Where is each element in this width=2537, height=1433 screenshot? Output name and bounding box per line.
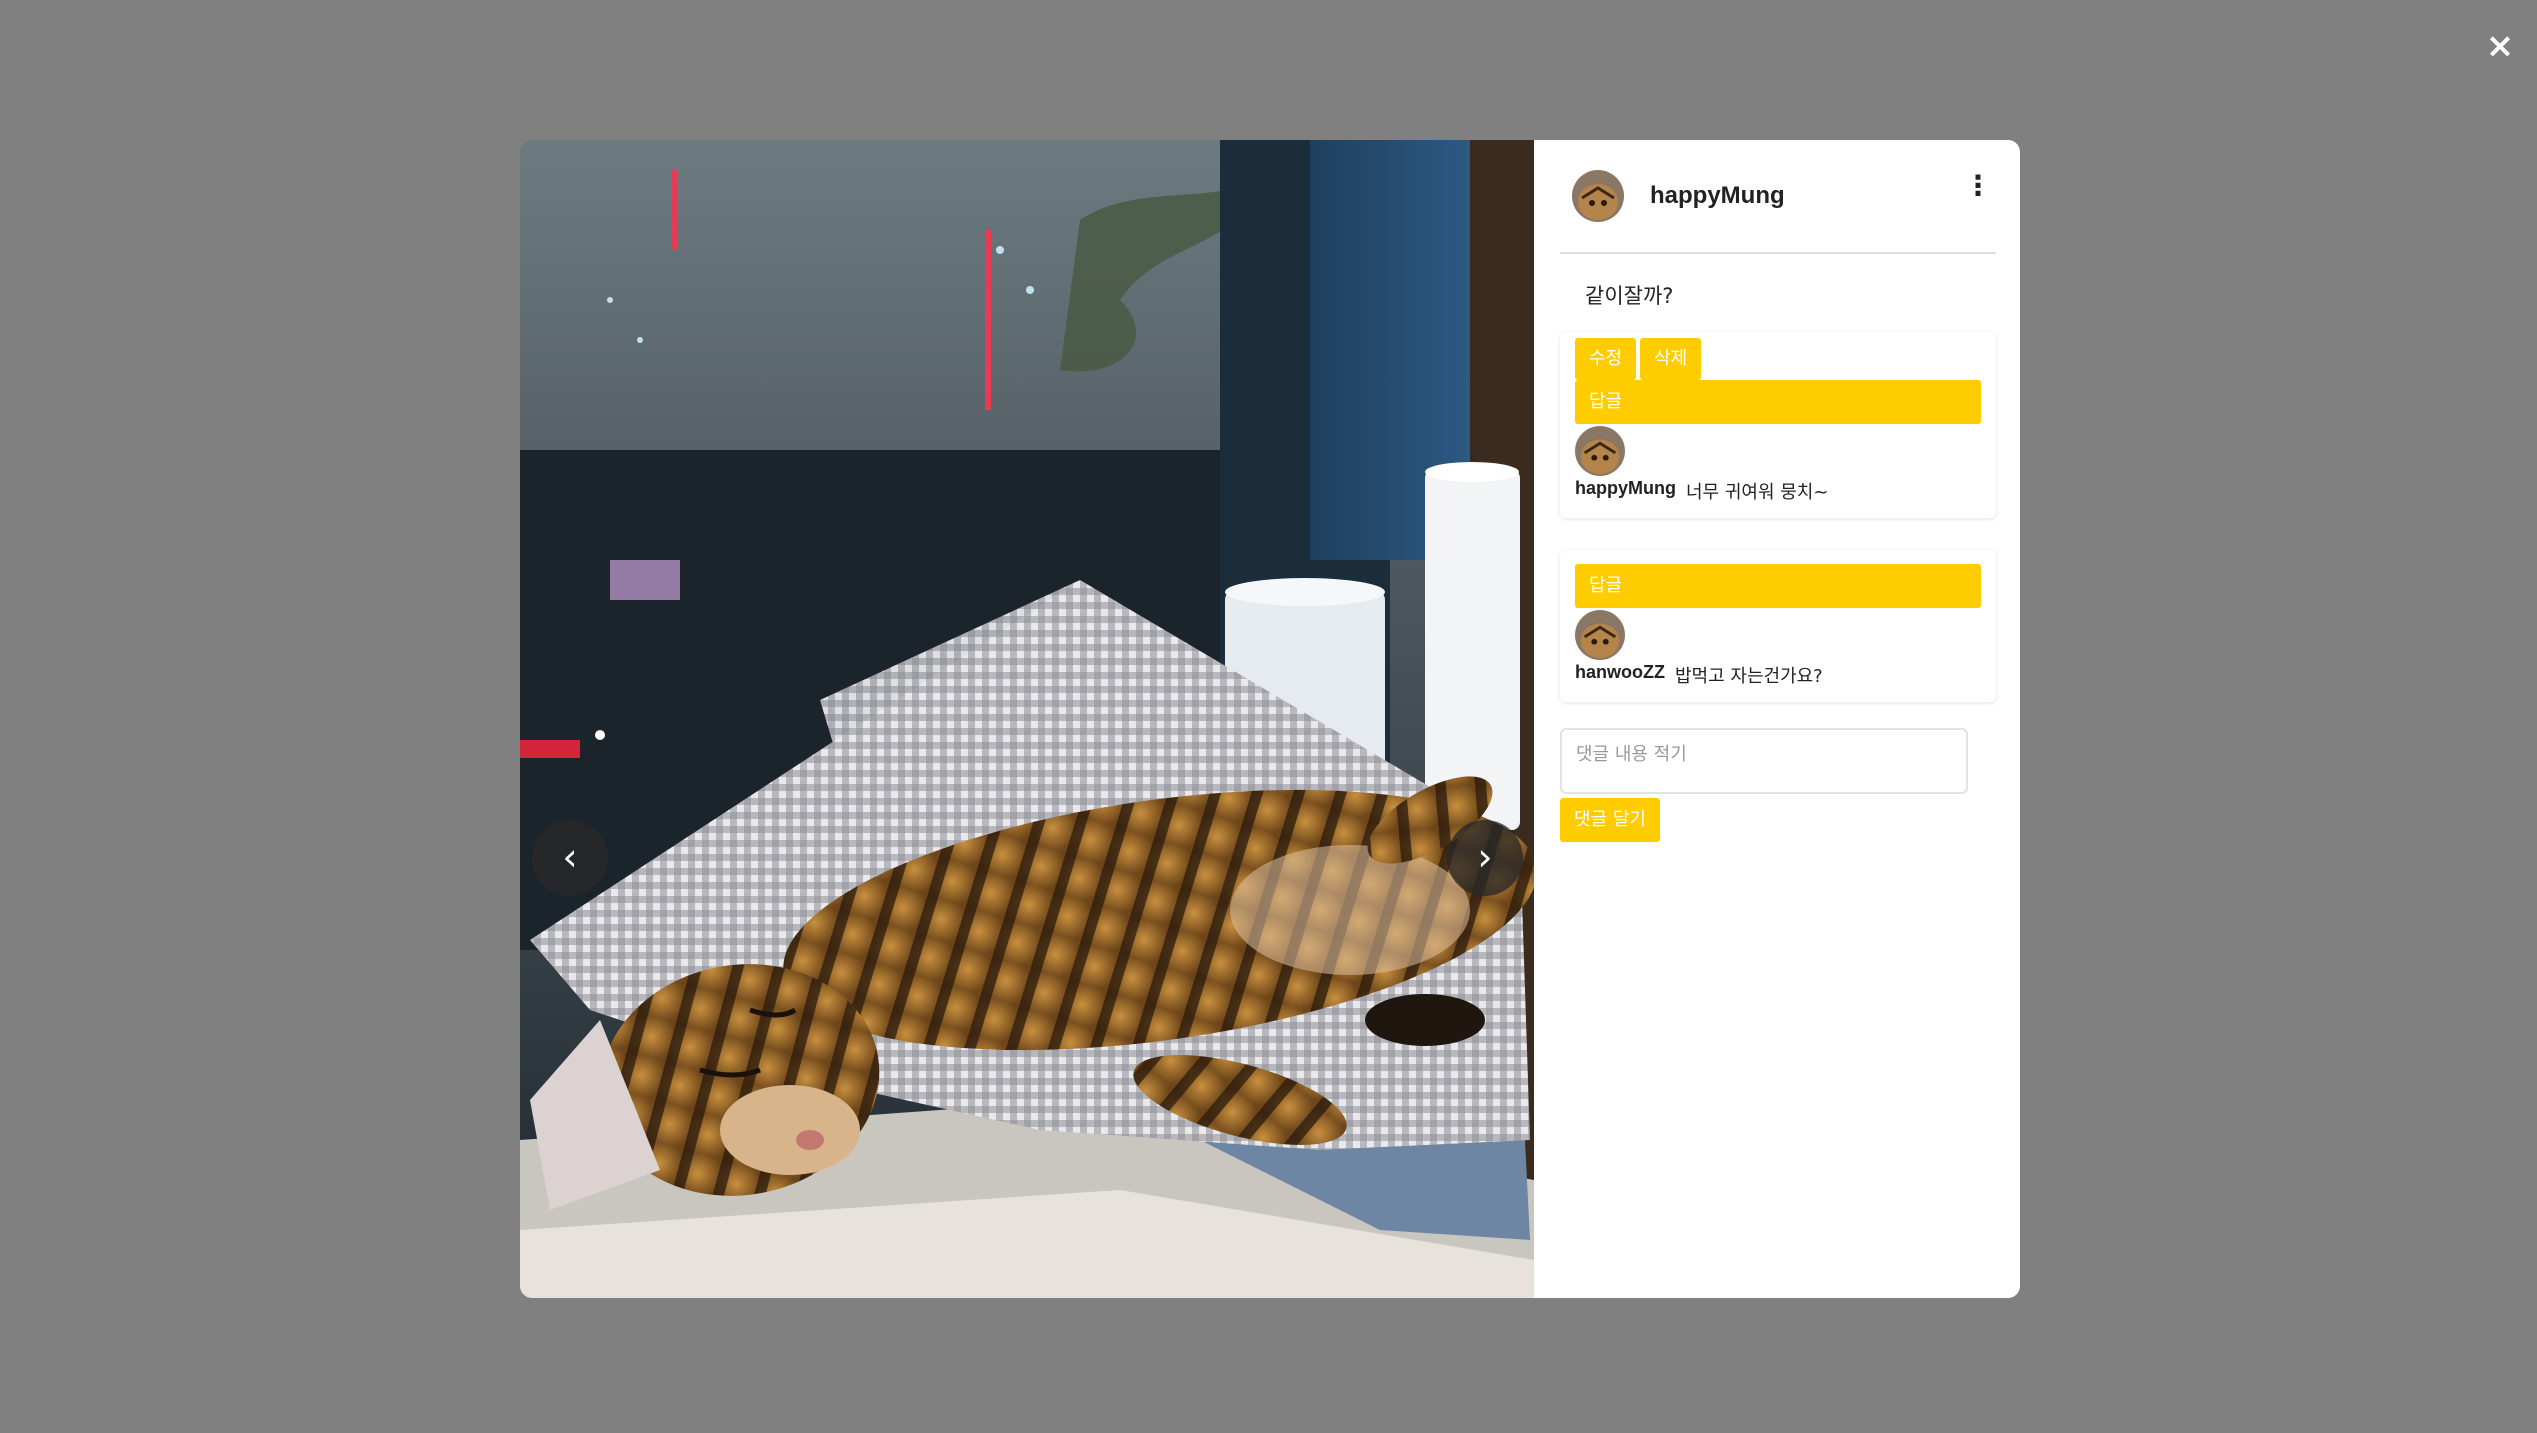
comment-content: happyMung 너무 귀여워 뭉치~ [1575,478,1981,504]
comment-text: 너무 귀여워 뭉치~ [1686,482,1829,503]
comment-text: 밥먹고 자는건가요? [1674,666,1823,687]
delete-comment-button[interactable]: 삭제 [1640,338,1702,380]
comment-actions: 수정 삭제 [1575,338,1981,380]
post-photo: ‹ › [520,140,1534,1298]
post-header: happyMung ⋮ [1560,140,1996,254]
author-avatar[interactable] [1572,170,1624,222]
edit-comment-button[interactable]: 수정 [1575,338,1637,380]
cat-photo-image [520,140,1534,1298]
comment-username[interactable]: hanwooZZ [1575,662,1665,688]
author-name[interactable]: happyMung [1650,182,1785,210]
post-modal: ‹ › happyMung ⋮ 같이잘까? 수정 삭제 답글 happyMung… [520,140,2020,1298]
reply-button[interactable]: 답글 [1575,564,1981,608]
next-photo-button[interactable]: › [1447,820,1523,896]
reply-button[interactable]: 답글 [1575,380,1981,424]
post-detail-panel: happyMung ⋮ 같이잘까? 수정 삭제 답글 happyMung 너무 … [1534,140,2020,1298]
close-icon[interactable]: × [2482,28,2518,64]
comment-item: 답글 hanwooZZ 밥먹고 자는건가요? [1560,550,1996,702]
previous-photo-button[interactable]: ‹ [532,820,608,896]
submit-comment-button[interactable]: 댓글 달기 [1560,798,1660,842]
more-options-icon[interactable]: ⋮ [1964,172,1992,200]
comment-item: 수정 삭제 답글 happyMung 너무 귀여워 뭉치~ [1560,332,1996,518]
commenter-avatar[interactable] [1575,426,1625,476]
post-caption: 같이잘까? [1585,284,1674,308]
comment-content: hanwooZZ 밥먹고 자는건가요? [1575,662,1981,688]
comment-input[interactable] [1560,728,1968,794]
commenter-avatar[interactable] [1575,610,1625,660]
comment-username[interactable]: happyMung [1575,478,1676,504]
